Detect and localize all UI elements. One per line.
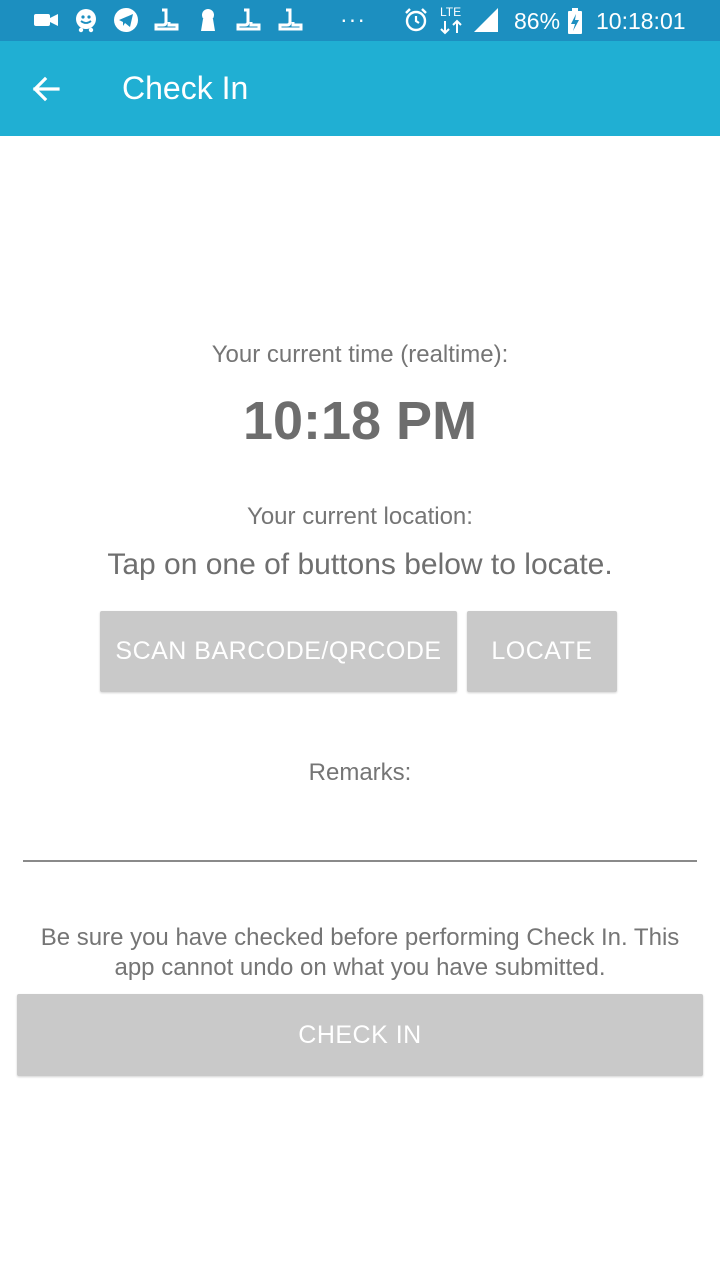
page-title: Check In — [122, 70, 249, 106]
lte-label: LTE — [440, 5, 462, 19]
battery-charging-icon — [568, 8, 582, 34]
battery-percent: 86% — [514, 8, 561, 34]
cell-signal-icon — [474, 8, 498, 32]
current-time-value: 10:18 PM — [242, 391, 478, 451]
keyhole-icon — [201, 9, 215, 31]
telegram-icon — [114, 8, 138, 32]
back-button[interactable] — [18, 65, 74, 113]
check-in-button[interactable]: CHECK IN — [17, 994, 703, 1076]
current-location-label: Your current location: — [247, 503, 473, 530]
current-location-value: Tap on one of buttons below to locate. — [107, 548, 613, 581]
lte-signal-icon: LTE — [438, 6, 466, 36]
current-time-label: Your current time (realtime): — [211, 341, 509, 368]
status-clock: 10:18:01 — [596, 8, 686, 34]
warning-text: Be sure you have checked before performi… — [40, 924, 680, 981]
app-icon — [278, 8, 303, 31]
app-icon — [154, 8, 179, 31]
more-notifications-icon: ··· — [340, 6, 366, 32]
remarks-label: Remarks: — [308, 759, 412, 786]
video-camera-icon — [34, 14, 58, 26]
scan-barcode-button[interactable]: SCAN BARCODE/QRCODE — [100, 611, 457, 692]
remarks-input[interactable] — [23, 812, 697, 862]
app-icon — [236, 8, 261, 31]
alarm-icon — [405, 8, 427, 32]
status-bar: ··· LTE 86% 10:18:01 — [0, 0, 720, 41]
arrow-left-icon — [32, 76, 60, 102]
app-bar: Check In — [0, 41, 720, 136]
waze-icon — [76, 9, 96, 33]
locate-button[interactable]: LOCATE — [467, 611, 617, 692]
